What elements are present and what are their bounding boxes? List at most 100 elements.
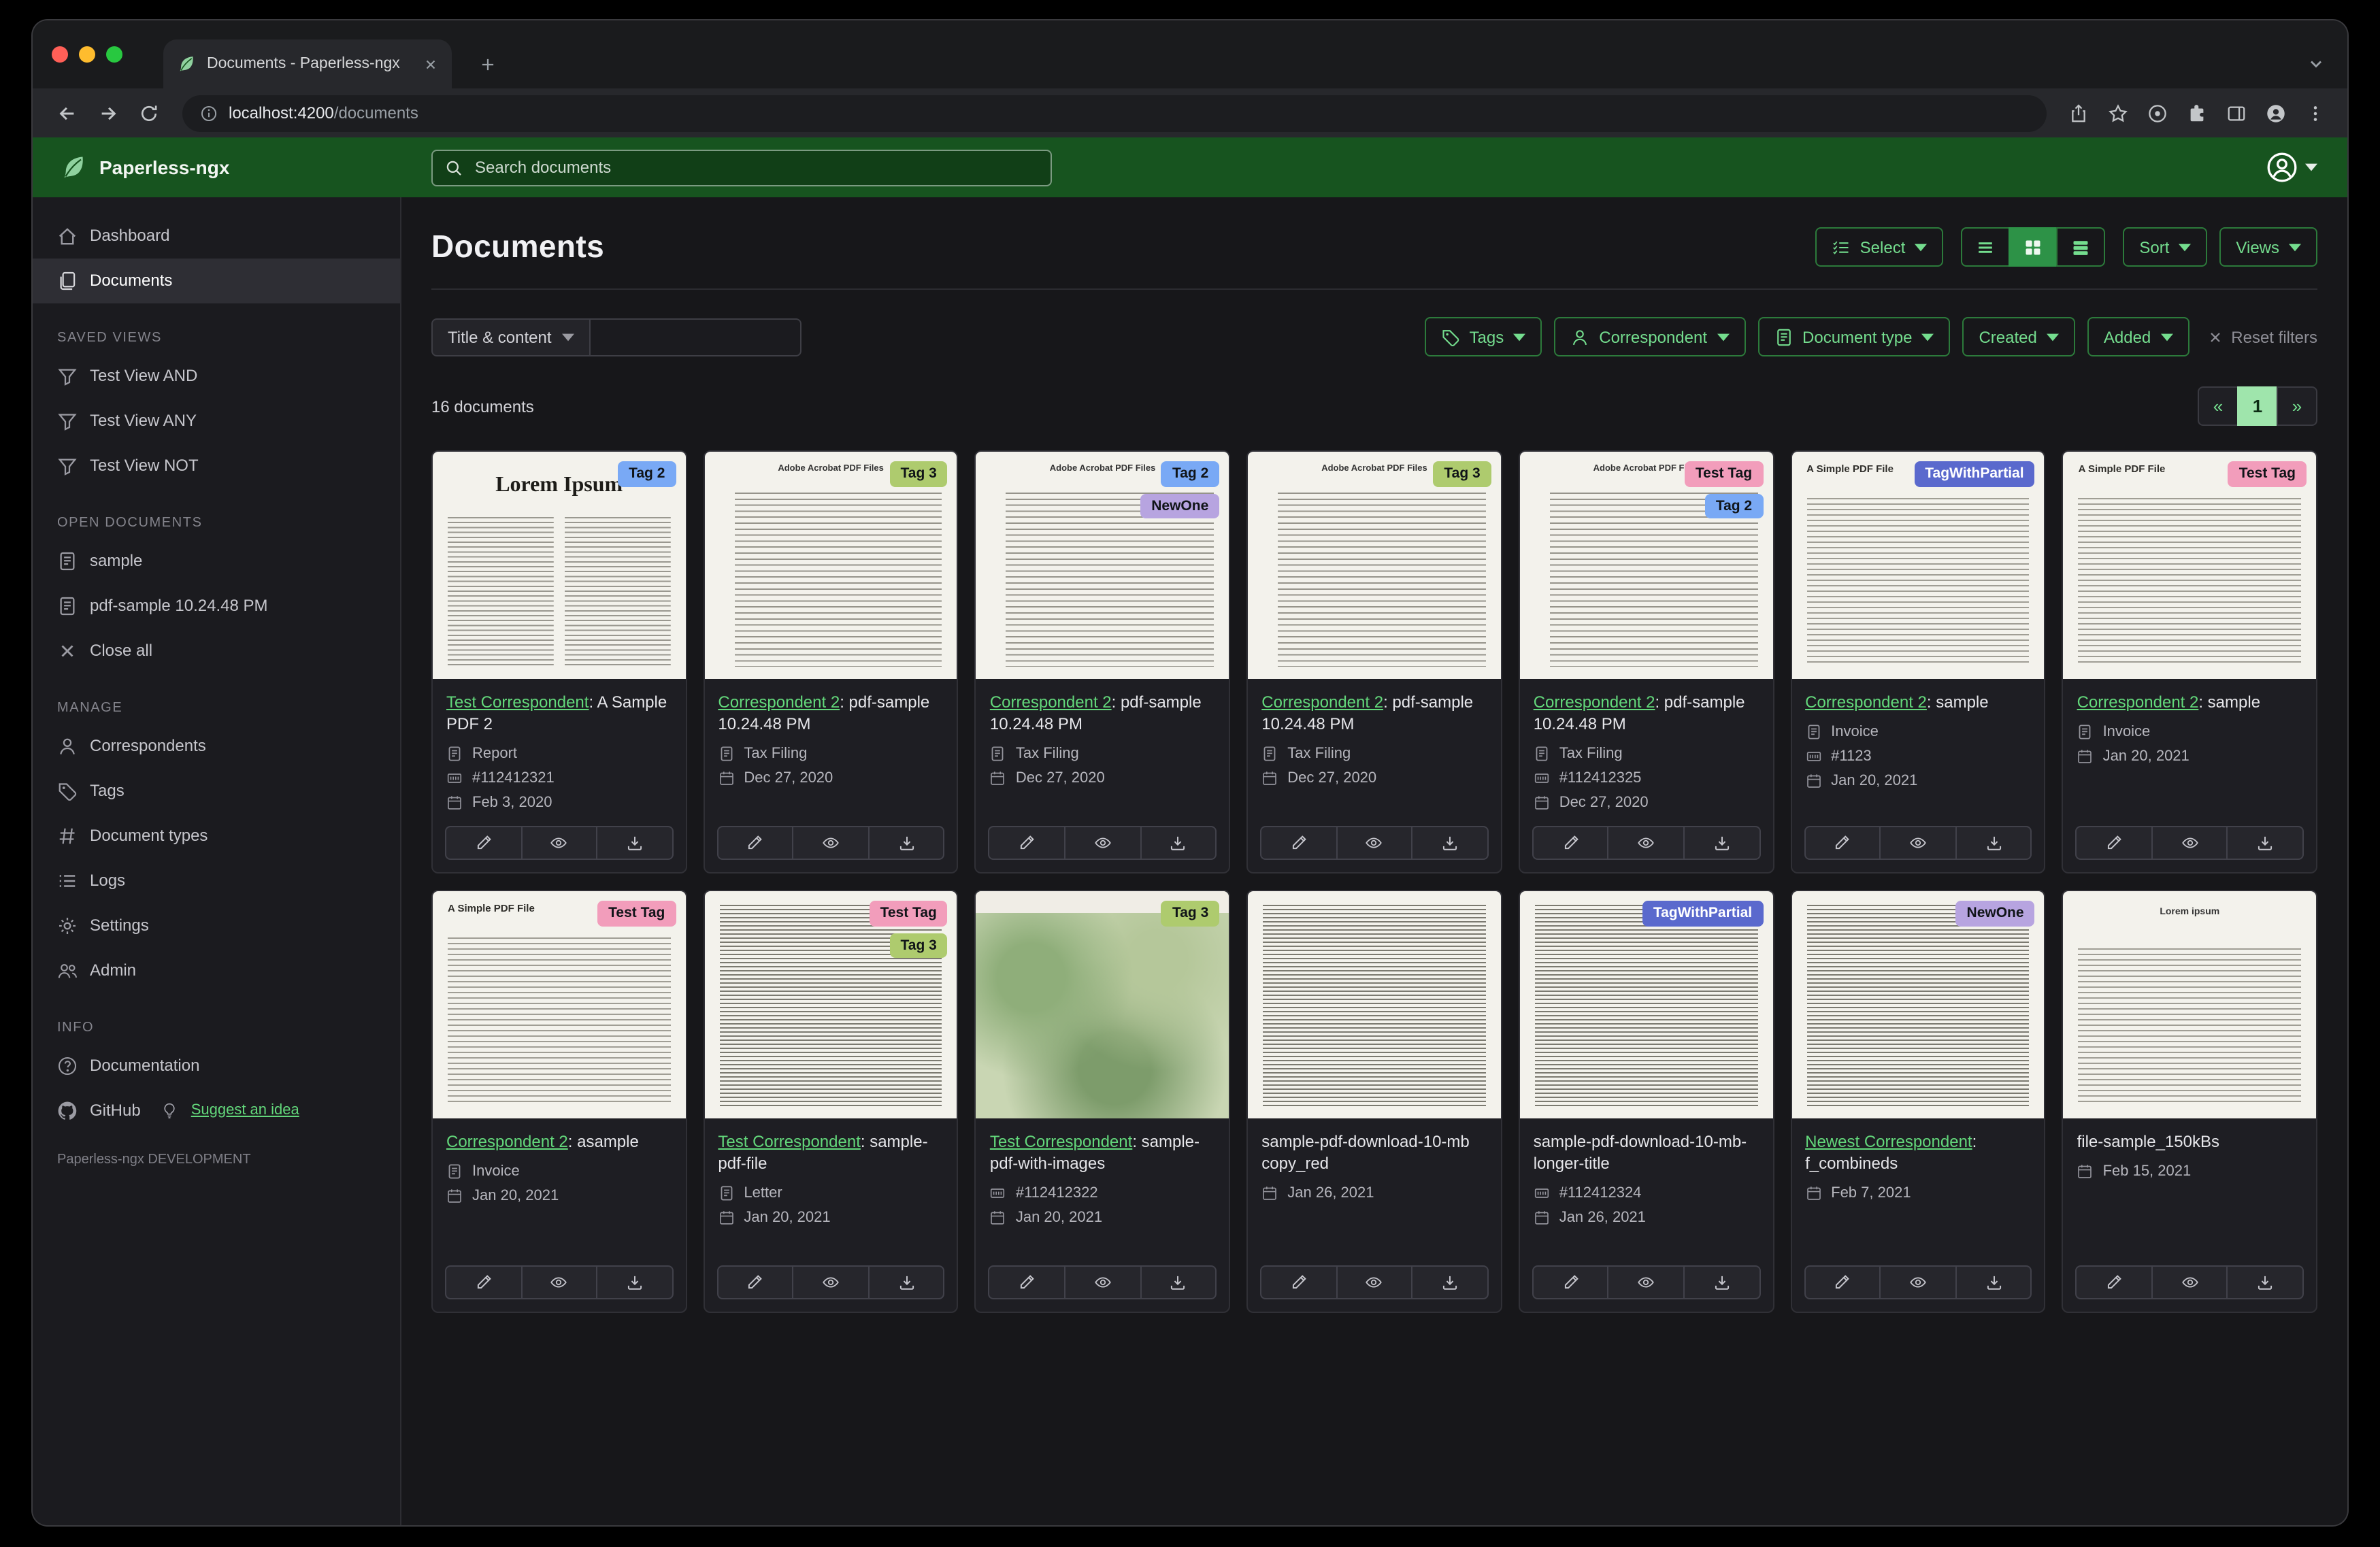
view-button[interactable]: [520, 826, 598, 860]
reload-button[interactable]: [131, 95, 166, 131]
select-button[interactable]: Select: [1815, 227, 1944, 267]
download-button[interactable]: [1955, 1265, 2032, 1299]
tag-badge[interactable]: Test Tag: [597, 901, 676, 926]
edit-button[interactable]: [988, 1265, 1065, 1299]
detail-view-button[interactable]: [2056, 227, 2106, 267]
download-button[interactable]: [867, 1265, 945, 1299]
correspondent-link[interactable]: Test Correspondent: [718, 1132, 860, 1151]
correspondent-link[interactable]: Correspondent 2: [1805, 693, 1927, 712]
page-1-button[interactable]: 1: [2237, 386, 2278, 426]
edit-button[interactable]: [2075, 1265, 2153, 1299]
tag-badge[interactable]: TagWithPartial: [1642, 901, 1764, 926]
minimize-window-button[interactable]: [79, 46, 95, 63]
edit-button[interactable]: [1260, 1265, 1338, 1299]
document-thumbnail[interactable]: A Simple PDF File TagWithPartial: [1791, 452, 2045, 679]
tag-badge[interactable]: Tag 2: [618, 461, 676, 486]
view-button[interactable]: [1879, 1265, 1957, 1299]
tag-badge[interactable]: Test Tag: [1684, 461, 1764, 486]
sidebar-item-admin[interactable]: Admin: [33, 948, 400, 993]
document-thumbnail[interactable]: NewOne: [1791, 891, 2045, 1118]
filter-created-button[interactable]: Created: [1962, 317, 2075, 356]
tag-badge[interactable]: Tag 2: [1704, 493, 1764, 518]
correspondent-link[interactable]: Correspondent 2: [990, 693, 1112, 712]
view-button[interactable]: [1607, 1265, 1685, 1299]
share-icon[interactable]: [2068, 103, 2089, 123]
document-thumbnail[interactable]: A Simple PDF File Test Tag: [433, 891, 686, 1118]
view-button[interactable]: [1336, 1265, 1413, 1299]
document-thumbnail[interactable]: Adobe Acrobat PDF Files Tag 3: [1248, 452, 1501, 679]
correspondent-link[interactable]: Test Correspondent: [446, 693, 589, 712]
browser-menu-icon[interactable]: [2305, 103, 2326, 123]
view-button[interactable]: [792, 826, 870, 860]
correspondent-link[interactable]: Correspondent 2: [446, 1132, 568, 1151]
download-button[interactable]: [1140, 826, 1217, 860]
document-thumbnail[interactable]: Tag 3: [976, 891, 1229, 1118]
download-button[interactable]: [1140, 1265, 1217, 1299]
sidebar-item-tags[interactable]: Tags: [33, 769, 400, 814]
tag-badge[interactable]: Tag 3: [889, 461, 948, 486]
grid-view-button[interactable]: [2009, 227, 2058, 267]
view-button[interactable]: [1879, 826, 1957, 860]
prev-page-button[interactable]: «: [2198, 386, 2238, 426]
sidebar-item-sample[interactable]: sample: [33, 539, 400, 584]
filter-correspondent-button[interactable]: Correspondent: [1554, 317, 1746, 356]
tag-badge[interactable]: Test Tag: [869, 901, 948, 926]
document-thumbnail[interactable]: Adobe Acrobat PDF Files Tag 2 NewOne: [976, 452, 1229, 679]
download-button[interactable]: [1955, 826, 2032, 860]
edit-button[interactable]: [2075, 826, 2153, 860]
download-button[interactable]: [596, 826, 674, 860]
sort-button[interactable]: Sort: [2123, 227, 2208, 267]
tag-badge[interactable]: NewOne: [1955, 901, 2035, 926]
filter-added-button[interactable]: Added: [2087, 317, 2189, 356]
new-tab-button[interactable]: [471, 48, 503, 80]
status-circle-icon[interactable]: [2147, 103, 2168, 123]
view-button[interactable]: [1336, 826, 1413, 860]
tag-badge[interactable]: Tag 3: [1161, 901, 1220, 926]
view-button[interactable]: [2151, 826, 2228, 860]
app-logo[interactable]: Paperless-ngx: [60, 154, 431, 181]
view-button[interactable]: [1607, 826, 1685, 860]
edit-button[interactable]: [716, 1265, 794, 1299]
sidebar-item-documentation[interactable]: Documentation: [33, 1044, 400, 1088]
user-menu[interactable]: [2266, 151, 2317, 184]
download-button[interactable]: [596, 1265, 674, 1299]
sidebar-item-dashboard[interactable]: Dashboard: [33, 214, 400, 259]
correspondent-link[interactable]: Correspondent 2: [2077, 693, 2199, 712]
sidebar-item-test-view-not[interactable]: Test View NOT: [33, 444, 400, 488]
filter-tags-button[interactable]: Tags: [1424, 317, 1542, 356]
document-thumbnail[interactable]: A Simple PDF File Test Tag: [2063, 452, 2316, 679]
download-button[interactable]: [867, 826, 945, 860]
tag-badge[interactable]: NewOne: [1140, 493, 1220, 518]
bookmark-star-icon[interactable]: [2108, 103, 2128, 123]
edit-button[interactable]: [716, 826, 794, 860]
back-button[interactable]: [49, 95, 84, 131]
view-button[interactable]: [792, 1265, 870, 1299]
document-thumbnail[interactable]: Lorem Ipsum Tag 2: [433, 452, 686, 679]
tag-badge[interactable]: Tag 2: [1161, 461, 1220, 486]
view-button[interactable]: [520, 1265, 598, 1299]
document-thumbnail[interactable]: Test Tag Tag 3: [704, 891, 957, 1118]
document-thumbnail[interactable]: Lorem ipsum: [2063, 891, 2316, 1118]
edit-button[interactable]: [1804, 1265, 1881, 1299]
tag-badge[interactable]: Tag 3: [889, 933, 948, 958]
title-content-input[interactable]: [591, 318, 801, 356]
sidebar-item-github[interactable]: GitHub Suggest an idea: [33, 1088, 400, 1133]
extensions-icon[interactable]: [2187, 103, 2207, 123]
filter-document-type-button[interactable]: Document type: [1757, 317, 1951, 356]
download-button[interactable]: [1683, 1265, 1761, 1299]
suggest-idea-link[interactable]: Suggest an idea: [191, 1101, 299, 1120]
close-window-button[interactable]: [52, 46, 68, 63]
sidebar-item-test-view-any[interactable]: Test View ANY: [33, 399, 400, 444]
edit-button[interactable]: [445, 826, 523, 860]
view-button[interactable]: [1064, 1265, 1142, 1299]
edit-button[interactable]: [445, 1265, 523, 1299]
sidebar-item-close-all[interactable]: Close all: [33, 629, 400, 673]
download-button[interactable]: [2226, 1265, 2304, 1299]
view-button[interactable]: [1064, 826, 1142, 860]
edit-button[interactable]: [1260, 826, 1338, 860]
document-thumbnail[interactable]: Adobe Acrobat PDF Files Test Tag Tag 2: [1519, 452, 1773, 679]
list-view-button[interactable]: [1961, 227, 2011, 267]
sidebar-item-correspondents[interactable]: Correspondents: [33, 724, 400, 769]
views-button[interactable]: Views: [2219, 227, 2317, 267]
document-thumbnail[interactable]: [1248, 891, 1501, 1118]
